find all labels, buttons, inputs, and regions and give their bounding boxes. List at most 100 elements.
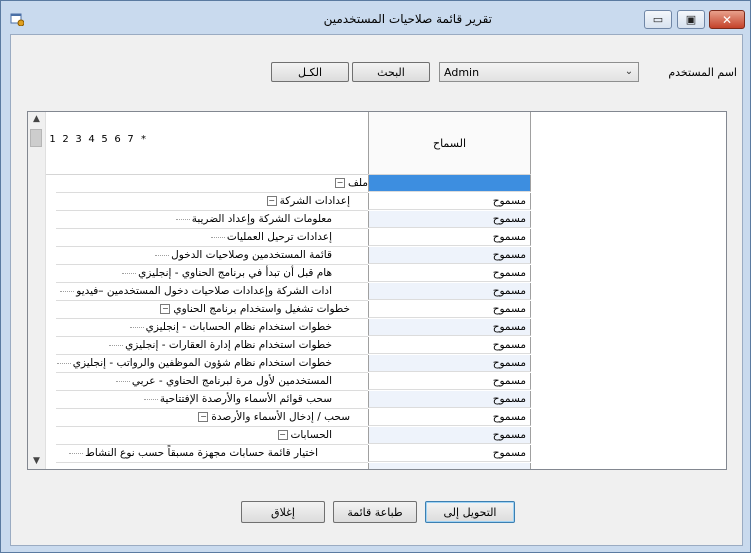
tree-node[interactable]: معلومات الشركة وإعداد الضريبة	[56, 211, 368, 229]
permission-cell[interactable]: مسموح	[368, 337, 531, 354]
outline-levels: 1 2 3 4 5 6 7 *	[46, 134, 150, 145]
tree-node-label: خطوات استخدام نظام شؤون الموظفين والروات…	[72, 357, 332, 369]
table-row[interactable]: خطوات استخدام نظام شؤون الموظفين والروات…	[28, 355, 532, 373]
tree-node[interactable]: هام قبل أن تبدأ في برنامج الحناوي - إنجل…	[56, 265, 368, 283]
permission-cell[interactable]: مسموح	[368, 229, 531, 246]
table-row[interactable]: إعدادات ترحيل العمليات مسموح	[28, 229, 532, 247]
table-row[interactable]: إعدادات الشركة− مسموح	[28, 193, 532, 211]
tree-node[interactable]: قائمة المستخدمين وصلاحيات الدخول	[56, 247, 368, 265]
outline-level-8[interactable]: *	[137, 134, 150, 145]
tree-node[interactable]: خطوات استخدام نظام إدارة العقارات - إنجل…	[56, 337, 368, 355]
table-row[interactable]: سحب قوائم الأسماء والأرصدة الإفتتاحية مسم…	[28, 391, 532, 409]
tree-node[interactable]: المستخدمين لأول مرة لبرنامج الحناوي - عر…	[56, 373, 368, 391]
permission-cell[interactable]: مسموح	[368, 355, 531, 372]
tree-node[interactable]: خطوات استخدام نظام شؤون الموظفين والروات…	[56, 355, 368, 373]
table-row[interactable]: خطوات استخدام نظام إدارة العقارات - إنجل…	[28, 337, 532, 355]
permission-cell[interactable]: مسموح	[368, 373, 531, 390]
tree-node-label: سحب قوائم الأسماء والأرصدة الإفتتاحية	[159, 393, 332, 405]
collapse-toggle-icon[interactable]: −	[198, 412, 209, 422]
table-row[interactable]: ملف−	[28, 175, 532, 193]
tree-node-label: إعدادات الشركة	[279, 195, 350, 207]
outline-level-7[interactable]: 7	[124, 134, 137, 145]
table-row[interactable]: معلومات الشركة وإعداد الضريبة مسموح	[28, 211, 532, 229]
close-button[interactable]: إغلاق	[241, 501, 325, 523]
tree-node[interactable]: إعدادات ترحيل العمليات	[56, 229, 368, 247]
table-row[interactable]: المستخدمين لأول مرة لبرنامج الحناوي - عر…	[28, 373, 532, 391]
scroll-up-icon[interactable]: ▲	[28, 112, 45, 127]
permission-cell[interactable]: مسموح	[368, 445, 531, 462]
tree-node-label: معلومات الشركة وإعداد الضريبة	[191, 213, 332, 225]
outline-level-1[interactable]: 1	[46, 134, 59, 145]
permission-cell[interactable]: مسموح	[368, 247, 531, 264]
collapse-toggle-icon[interactable]: −	[277, 430, 288, 440]
user-select[interactable]: Admin ⌄	[439, 62, 639, 82]
tree-node-label: إعدادات ترحيل العمليات	[226, 231, 332, 243]
title-bar[interactable]: تقرير قائمة صلاحيات المستخدمين ▭ ▣ ✕	[1, 1, 750, 35]
table-row[interactable]: اختيار قائمة حسابات مجهزة مسبقاً حسب نوع…	[28, 445, 532, 463]
collapse-toggle-icon[interactable]: −	[335, 178, 346, 188]
tree-connector	[115, 380, 130, 382]
tree-connector	[60, 290, 75, 292]
table-row[interactable]: قائمة المستخدمين وصلاحيات الدخول مسموح	[28, 247, 532, 265]
table-row[interactable]: خطوات استخدام نظام الحسابات - إنجليزي مسم…	[28, 319, 532, 337]
permission-cell[interactable]: مسموح	[368, 427, 531, 444]
maximize-icon: ▣	[685, 13, 697, 26]
outline-level-5[interactable]: 5	[98, 134, 111, 145]
table-row[interactable]: سحب / إدخال الأسماء والأرصدة− مسموح	[28, 409, 532, 427]
tree-node-label: اختيار قائمة حسابات مجهزة مسبقاً حسب نوع…	[85, 447, 318, 459]
tree-node-label: قائمة المستخدمين وصلاحيات الدخول	[171, 249, 332, 261]
scroll-thumb[interactable]	[30, 129, 42, 147]
table-row[interactable]	[28, 463, 532, 469]
tree-node-label: خطوات تشغيل واستخدام برنامج الحناوي	[173, 303, 350, 315]
search-button[interactable]: البحث	[352, 62, 430, 82]
tree-node[interactable]: الحسابات−	[56, 427, 368, 445]
print-list-button[interactable]: طباعة قائمة	[333, 501, 417, 523]
report-window: تقرير قائمة صلاحيات المستخدمين ▭ ▣ ✕ اسم…	[0, 0, 751, 553]
table-row[interactable]: الحسابات− مسموح	[28, 427, 532, 445]
permission-cell[interactable]: مسموح	[368, 409, 531, 426]
permission-cell[interactable]: مسموح	[368, 193, 531, 210]
maximize-button[interactable]: ▣	[677, 10, 705, 29]
outline-level-3[interactable]: 3	[72, 134, 85, 145]
table-row[interactable]: خطوات تشغيل واستخدام برنامج الحناوي− مسمو…	[28, 301, 532, 319]
tree-node[interactable]: إعدادات الشركة−	[56, 193, 368, 211]
tree-node[interactable]: سحب / إدخال الأسماء والأرصدة−	[56, 409, 368, 427]
tree-connector	[175, 218, 190, 220]
tree-node[interactable]: خطوات استخدام نظام الحسابات - إنجليزي	[56, 319, 368, 337]
tree-node-label: المستخدمين لأول مرة لبرنامج الحناوي - عر…	[131, 375, 332, 387]
tree-node[interactable]: اختيار قائمة حسابات مجهزة مسبقاً حسب نوع…	[56, 445, 368, 463]
close-window-button[interactable]: ✕	[709, 10, 745, 29]
collapse-toggle-icon[interactable]: −	[266, 196, 277, 206]
outline-level-2[interactable]: 2	[59, 134, 72, 145]
app-form-icon	[10, 13, 24, 26]
permission-cell[interactable]: مسموح	[368, 211, 531, 228]
permission-cell[interactable]: مسموح	[368, 319, 531, 336]
permission-cell[interactable]: مسموح	[368, 391, 531, 408]
tree-node[interactable]: ملف−	[56, 175, 368, 193]
permission-cell[interactable]: مسموح	[368, 283, 531, 300]
tree-node[interactable]: ادات الشركة وإعدادات صلاحيات دخول المستخ…	[56, 283, 368, 301]
tree-node-label: ادات الشركة وإعدادات صلاحيات دخول المستخ…	[76, 285, 332, 297]
tree-node[interactable]	[56, 463, 368, 469]
grid-empty-area	[531, 111, 727, 470]
permission-cell[interactable]: مسموح	[368, 301, 531, 318]
tree-node[interactable]: سحب قوائم الأسماء والأرصدة الإفتتاحية	[56, 391, 368, 409]
outline-level-6[interactable]: 6	[111, 134, 124, 145]
form-client-area: اسم المستخدم Admin ⌄ البحث الكـل ▲ ▼ 123…	[10, 34, 743, 546]
table-row[interactable]: هام قبل أن تبدأ في برنامج الحناوي - إنجل…	[28, 265, 532, 283]
collapse-toggle-icon[interactable]: −	[160, 304, 171, 314]
chevron-down-icon[interactable]: ⌄	[623, 66, 635, 78]
permission-cell[interactable]: مسموح	[368, 265, 531, 282]
window-title: تقرير قائمة صلاحيات المستخدمين	[323, 12, 492, 26]
tree-node[interactable]: خطوات تشغيل واستخدام برنامج الحناوي−	[56, 301, 368, 319]
all-button[interactable]: الكـل	[271, 62, 349, 82]
permission-cell[interactable]	[368, 463, 531, 469]
permission-cell[interactable]	[368, 175, 531, 192]
table-row[interactable]: ادات الشركة وإعدادات صلاحيات دخول المستخ…	[28, 283, 532, 301]
tree-connector	[122, 272, 137, 274]
permission-column-header[interactable]: السماح	[368, 112, 531, 175]
minimize-button[interactable]: ▭	[644, 10, 672, 29]
convert-to-button[interactable]: التحويل إلى	[425, 501, 515, 523]
tree-node-label: الحسابات	[290, 429, 332, 441]
outline-level-4[interactable]: 4	[85, 134, 98, 145]
